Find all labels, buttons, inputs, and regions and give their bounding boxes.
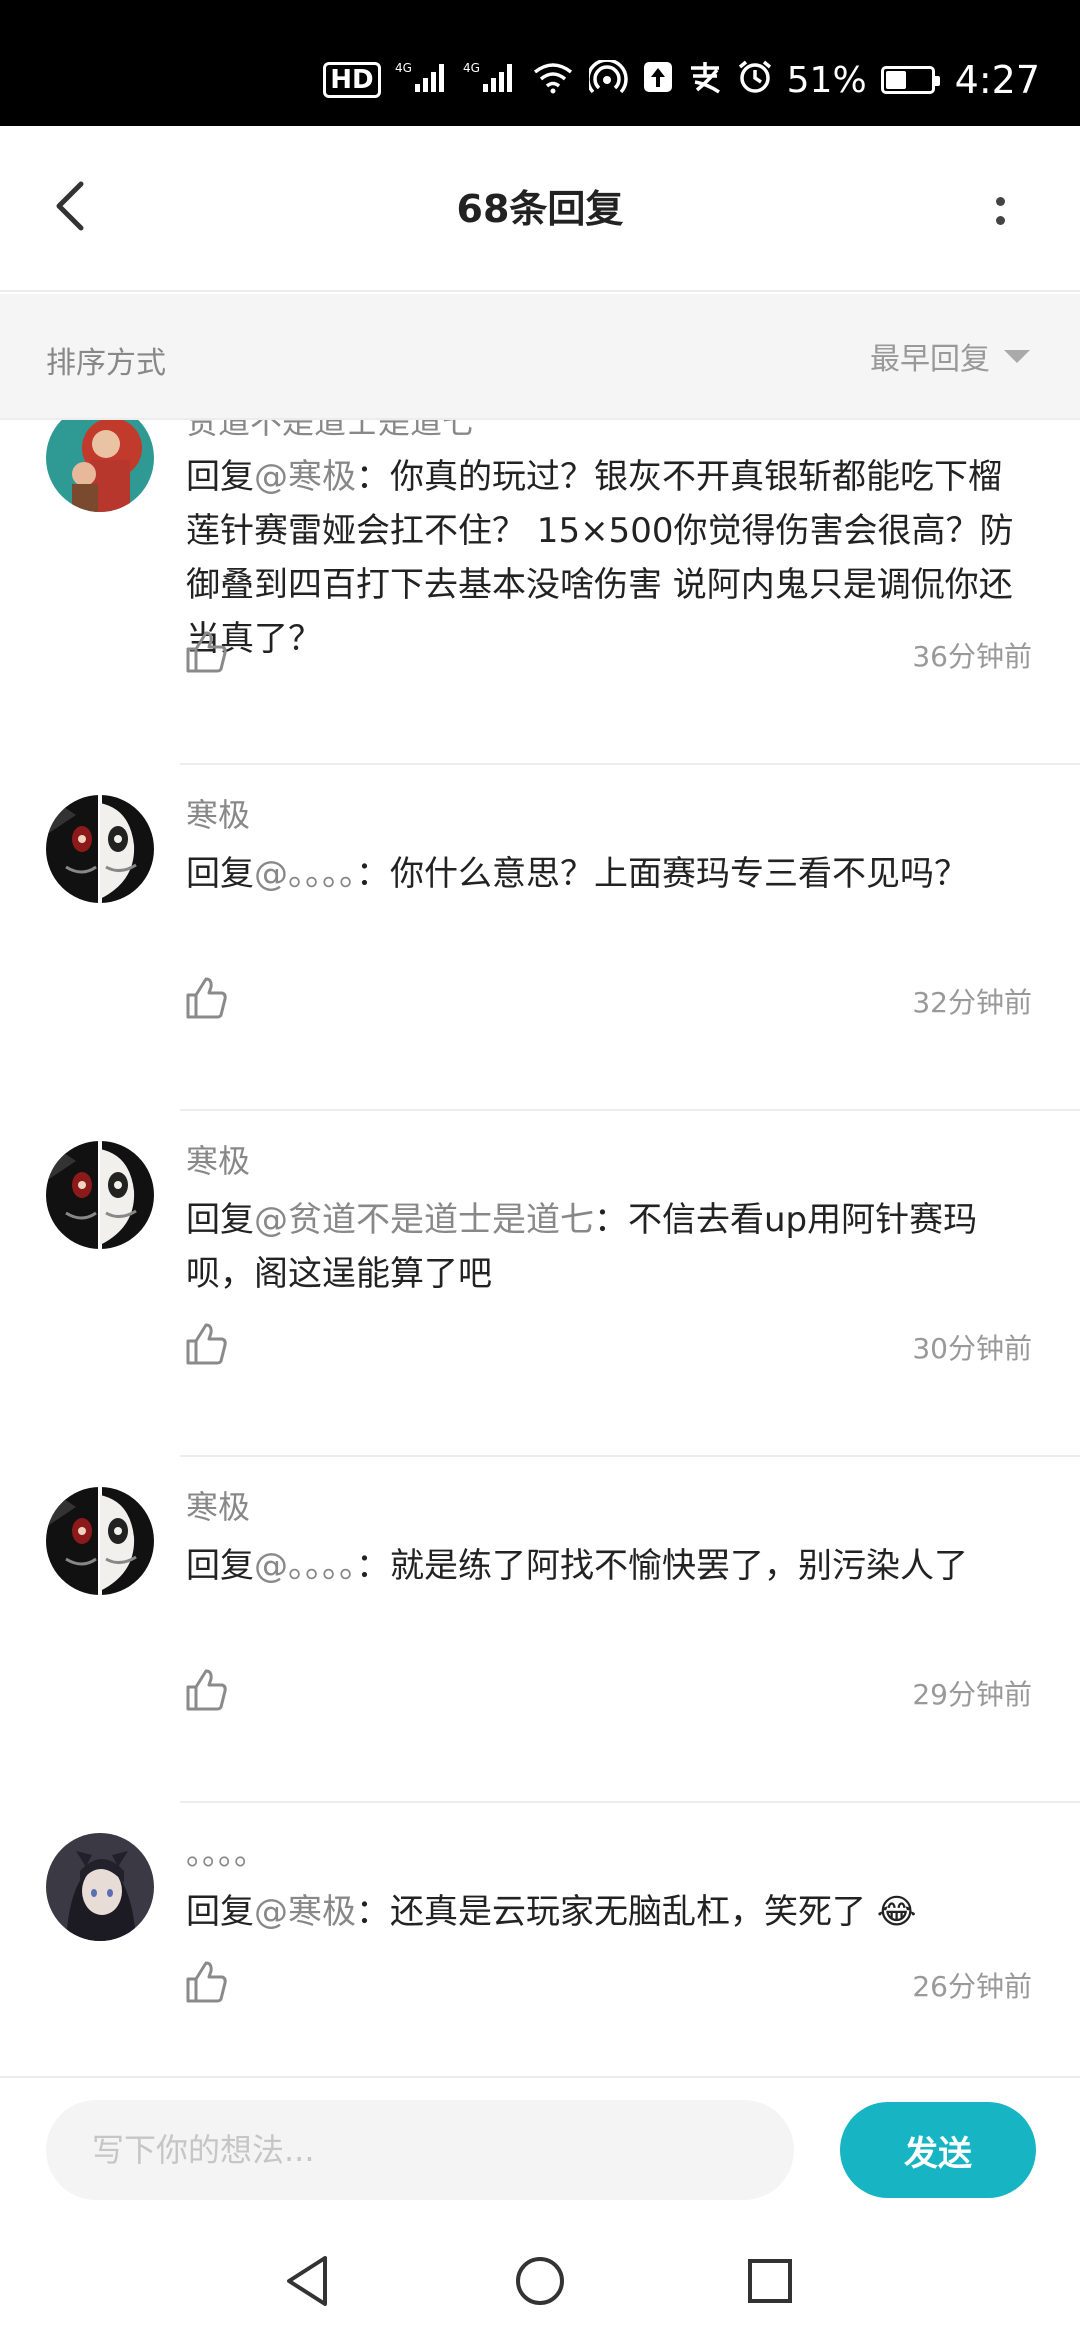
signal-icon: 4G (395, 60, 449, 100)
svg-text:4G: 4G (463, 61, 480, 75)
reply-footer: 29分钟前 (184, 1667, 1032, 1717)
alipay-icon (687, 60, 723, 100)
signal-icon: 4G (463, 60, 517, 100)
thumbs-up-icon[interactable] (184, 1667, 228, 1713)
avatar[interactable] (46, 420, 154, 512)
hd-icon: HD (323, 62, 381, 98)
circle-home-icon (516, 2257, 564, 2305)
hotspot-icon (585, 58, 629, 100)
mention-link[interactable]: @。。。。 (254, 854, 356, 894)
battery-icon (880, 66, 940, 94)
thumbs-up-icon[interactable] (184, 1959, 228, 2005)
reply-time: 26分钟前 (912, 1970, 1032, 2003)
reply-time: 30分钟前 (912, 1332, 1032, 1365)
reply-text: 回复@寒极：还真是云玩家无脑乱杠，笑死了 😂 (186, 1885, 1032, 1939)
wifi-icon (531, 60, 575, 100)
triangle-back-icon (287, 2256, 327, 2306)
reply-prefix: 回复 (186, 457, 254, 497)
reply-username[interactable]: 寒极 (186, 1487, 1032, 1527)
reply-prefix: 回复 (186, 1200, 254, 1240)
reply-item: 。。。。 回复@寒极：还真是云玩家无脑乱杠，笑死了 😂 26分钟前 (0, 1803, 1080, 2076)
alarm-icon (737, 59, 773, 101)
thumbs-up-icon[interactable] (184, 629, 228, 675)
battery-percent: 51% (786, 59, 867, 101)
reply-content: ：你什么意思？上面赛玛专三看不见吗？ (356, 854, 968, 894)
sort-bar: 排序方式 最早回复 (0, 294, 1080, 420)
reply-time: 32分钟前 (912, 986, 1032, 1019)
reply-footer: 36分钟前 (184, 629, 1032, 679)
sort-label: 排序方式 (46, 346, 166, 381)
reply-username[interactable]: 。。。。 (186, 1833, 1032, 1873)
reply-content: ：还真是云玩家无脑乱杠，笑死了 😂 (356, 1892, 917, 1932)
reply-footer: 26分钟前 (184, 1959, 1032, 2009)
svg-text:4G: 4G (395, 61, 412, 75)
mention-link[interactable]: @。。。。 (254, 1546, 356, 1586)
reply-item: 寒极 回复@贫道不是道士是道七：不信去看up用阿针赛玛呗，阁这逞能算了吧 30分… (0, 1111, 1080, 1457)
upload-icon (643, 60, 673, 100)
more-vertical-icon-dot (995, 216, 1005, 225)
reply-footer: 30分钟前 (184, 1321, 1032, 1371)
reply-time: 29分钟前 (912, 1678, 1032, 1711)
more-vertical-icon (995, 197, 1005, 206)
reply-time: 36分钟前 (912, 640, 1032, 673)
reply-content: ：就是练了阿找不愉快罢了，别污染人了 (356, 1546, 968, 1586)
thumbs-up-icon[interactable] (184, 1321, 228, 1367)
reply-item: 贫道不是道士是道七 回复@寒极：你真的玩过？银灰不开真银斩都能吃下榴莲针赛雷娅会… (0, 420, 1080, 765)
sort-dropdown[interactable]: 最早回复 (870, 334, 1030, 378)
reply-list[interactable]: 贫道不是道士是道七 回复@寒极：你真的玩过？银灰不开真银斩都能吃下榴莲针赛雷娅会… (0, 420, 1080, 2076)
more-options-button[interactable] (980, 186, 1020, 236)
nav-back-button[interactable] (273, 2246, 343, 2316)
mention-link[interactable]: @贫道不是道士是道七 (254, 1200, 594, 1240)
dropdown-triangle-icon (1004, 349, 1030, 363)
mention-link[interactable]: @寒极 (254, 1892, 356, 1932)
status-time: 4:27 (954, 58, 1040, 102)
send-button[interactable]: 发送 (840, 2102, 1036, 2198)
reply-item: 寒极 回复@。。。。：你什么意思？上面赛玛专三看不见吗？ 32分钟前 (0, 765, 1080, 1111)
reply-input[interactable] (46, 2100, 794, 2200)
avatar[interactable] (46, 1833, 154, 1941)
reply-prefix: 回复 (186, 854, 254, 894)
nav-home-button[interactable] (505, 2246, 575, 2316)
header: 68条回复 (0, 126, 1080, 292)
avatar[interactable] (46, 1141, 154, 1249)
square-recents-icon (748, 2259, 792, 2303)
reply-username[interactable]: 寒极 (186, 1141, 1032, 1181)
page-title: 68条回复 (456, 187, 624, 231)
mention-link[interactable]: @寒极 (254, 457, 356, 497)
battery-level-fill (885, 71, 907, 89)
reply-input-bar: 发送 (0, 2076, 1080, 2224)
system-navigation-bar (0, 2224, 1080, 2340)
reply-text: 回复@。。。。：你什么意思？上面赛玛专三看不见吗？ (186, 847, 1032, 901)
reply-footer: 32分钟前 (184, 975, 1032, 1025)
reply-prefix: 回复 (186, 1892, 254, 1932)
reply-text: 回复@贫道不是道士是道七：不信去看up用阿针赛玛呗，阁这逞能算了吧 (186, 1193, 1032, 1301)
status-icons: HD 4G 4G 51% 4:27 (323, 52, 1040, 108)
thumbs-up-icon[interactable] (184, 975, 228, 1021)
reply-username[interactable]: 寒极 (186, 795, 1032, 835)
sort-selected-value: 最早回复 (870, 342, 990, 377)
reply-text: 回复@。。。。：就是练了阿找不愉快罢了，别污染人了 (186, 1539, 1032, 1593)
nav-recents-button[interactable] (735, 2246, 805, 2316)
reply-item: 寒极 回复@。。。。：就是练了阿找不愉快罢了，别污染人了 29分钟前 (0, 1457, 1080, 1803)
status-bar: HD 4G 4G 51% 4:27 (0, 0, 1080, 126)
reply-username[interactable]: 贫道不是道士是道七 (186, 420, 1032, 442)
avatar[interactable] (46, 795, 154, 903)
reply-prefix: 回复 (186, 1546, 254, 1586)
avatar[interactable] (46, 1487, 154, 1595)
